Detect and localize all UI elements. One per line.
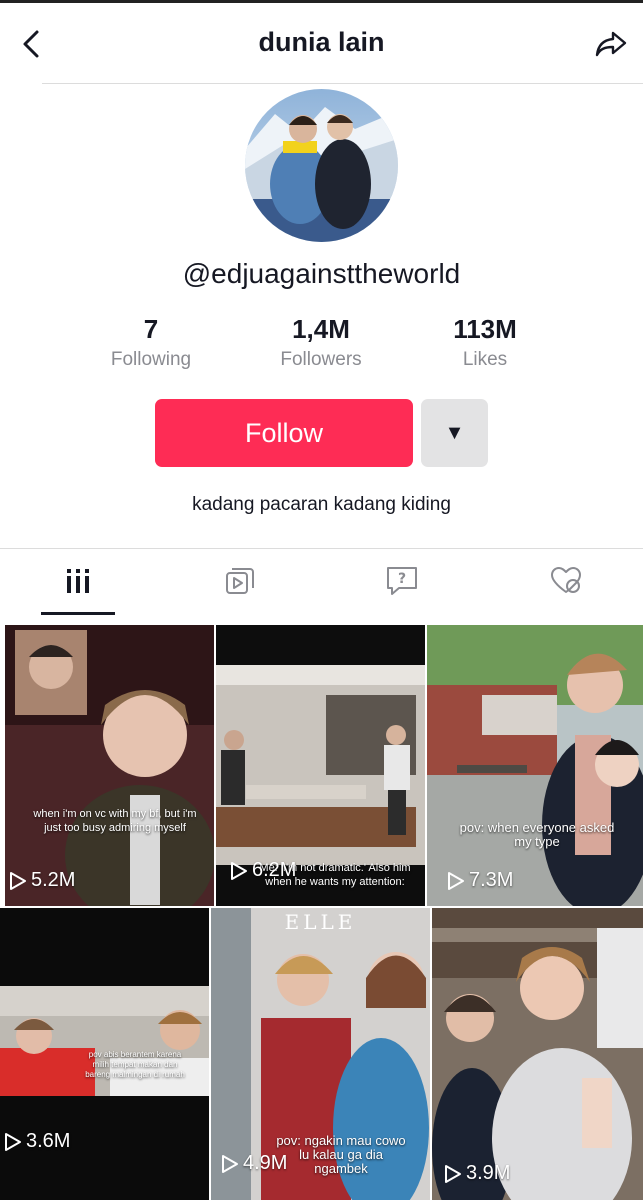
likes-label: Likes	[462, 349, 508, 370]
video-views: 7.3M	[447, 869, 513, 892]
video-views: 3.9M	[444, 1162, 510, 1185]
page-title: dunia lain	[258, 27, 385, 57]
view-count: 3.6M	[26, 1130, 71, 1152]
caret-down-icon: ▼	[444, 421, 465, 444]
stat-following[interactable]: 7 Following	[71, 314, 231, 372]
suggested-accounts-dropdown-button[interactable]: ▼	[421, 399, 488, 467]
stat-likes: 113M Likes	[405, 314, 565, 372]
reposts-icon	[226, 568, 254, 594]
view-count: 6.2M	[252, 859, 297, 881]
grid-videos-icon	[67, 569, 89, 593]
following-count: 7	[143, 314, 159, 344]
video-views: 4.9M	[221, 1152, 287, 1175]
bio: kadang pacaran kadang kiding	[192, 494, 451, 515]
svg-text:?: ?	[398, 571, 406, 587]
video-thumbnail[interactable]: when i'm on vc with my bf, but i'm just …	[5, 625, 214, 906]
question-icon: ?	[387, 567, 417, 595]
followers-count: 1,4M	[292, 314, 350, 344]
video-thumbnail-image	[427, 625, 643, 906]
play-icon	[448, 871, 464, 890]
active-tab-indicator	[41, 612, 115, 615]
play-icon	[222, 1154, 238, 1173]
avatar[interactable]	[245, 89, 398, 242]
liked-hidden-icon	[551, 567, 581, 593]
tabs-divider	[0, 548, 643, 549]
video-caption: pov: ngakin mau cowo lu kalau ga dia nga…	[276, 1133, 406, 1176]
video-thumbnail-image	[5, 625, 214, 906]
share-arrow-icon	[595, 31, 627, 57]
followers-label: Followers	[280, 349, 362, 370]
play-icon	[231, 861, 247, 880]
likes-count: 113M	[453, 314, 517, 344]
video-views: 3.6M	[4, 1130, 70, 1153]
view-count: 5.2M	[31, 869, 76, 891]
video-thumbnail-image	[432, 908, 643, 1200]
following-label: Following	[110, 349, 192, 370]
video-thumbnail[interactable]: pov: when everyone asked my type 7.3M	[427, 625, 643, 906]
header-divider	[42, 83, 643, 84]
play-icon	[10, 871, 26, 890]
stat-followers[interactable]: 1,4M Followers	[241, 314, 401, 372]
username: @edjuagainsttheworld	[182, 258, 461, 289]
share-button[interactable]	[591, 25, 631, 63]
video-caption: pov: when everyone asked my type	[459, 820, 615, 849]
tab-questions[interactable]: ?	[364, 558, 440, 604]
tab-videos[interactable]	[40, 558, 116, 604]
view-count: 7.3M	[469, 869, 514, 891]
play-icon	[445, 1164, 461, 1183]
avatar-image	[245, 89, 398, 242]
video-views: 6.2M	[230, 859, 296, 882]
video-thumbnail[interactable]: pov abis berantem karena milih tempat ma…	[0, 908, 209, 1200]
video-views: 5.2M	[9, 869, 75, 892]
brand-overlay: ELLE	[284, 910, 357, 934]
tab-reposts[interactable]	[202, 558, 278, 604]
header: dunia lain	[0, 3, 643, 83]
video-caption: pov abis berantem karena milih tempat ma…	[85, 1050, 185, 1079]
video-thumbnail[interactable]: ELLE pov: ngakin mau cowo lu kalau ga di…	[211, 908, 430, 1200]
view-count: 3.9M	[466, 1162, 511, 1184]
video-thumbnail[interactable]: 3.9M	[432, 908, 643, 1200]
video-caption: when i'm on vc with my bf, but i'm just …	[33, 808, 197, 834]
video-thumbnail[interactable]: Me: 'I'm not dramatic.' Also him when he…	[216, 625, 425, 906]
tab-liked[interactable]	[528, 558, 604, 604]
follow-button[interactable]: Follow	[155, 399, 413, 467]
view-count: 4.9M	[243, 1152, 288, 1174]
play-icon	[5, 1132, 21, 1151]
